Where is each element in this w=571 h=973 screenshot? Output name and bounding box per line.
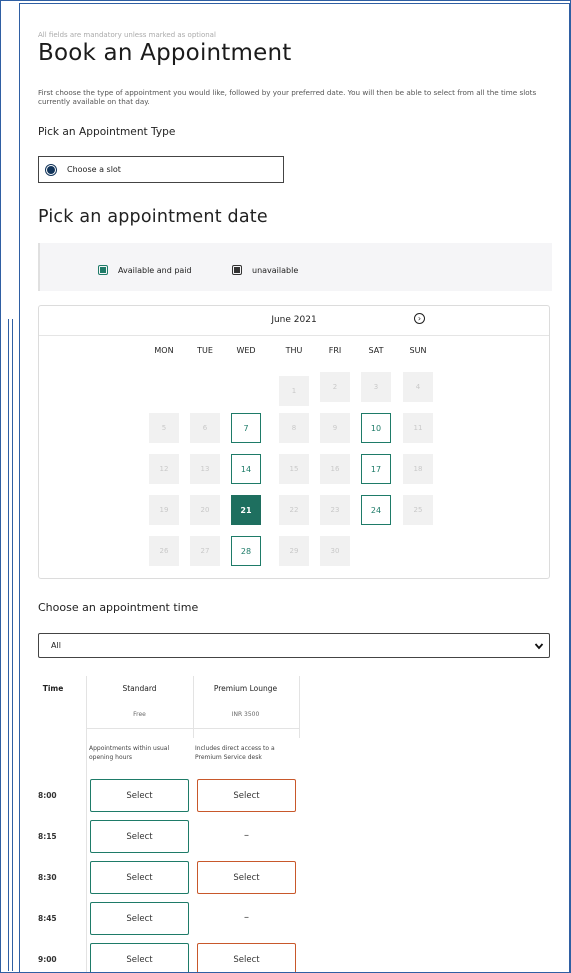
weekday-header: WED	[236, 346, 256, 355]
standard-select-button[interactable]: Select	[90, 779, 189, 812]
calendar-day: 11	[403, 413, 433, 443]
column-divider	[86, 676, 87, 972]
time-section-title: Choose an appointment time	[38, 601, 199, 614]
appointment-type-label: Pick an Appointment Type	[38, 126, 176, 138]
weekday-header: MON	[154, 346, 174, 355]
premium-unavailable-mark: –	[244, 912, 249, 923]
calendar-day: 12	[149, 454, 179, 484]
unavailable-square-icon	[232, 265, 242, 275]
calendar-day: 13	[190, 454, 220, 484]
available-square-icon	[98, 265, 108, 275]
calendar-day[interactable]: 28	[231, 536, 261, 566]
standard-select-button[interactable]: Select	[90, 820, 189, 853]
chevron-down-icon	[534, 643, 544, 650]
calendar-day: 29	[279, 536, 309, 566]
calendar-day[interactable]: 17	[361, 454, 391, 484]
calendar-day: 27	[190, 536, 220, 566]
booking-panel: All fields are mandatory unless marked a…	[19, 3, 570, 972]
slot-time-label: 9:00	[38, 955, 57, 964]
weekday-header: FRI	[328, 346, 342, 355]
calendar-day[interactable]: 7	[231, 413, 261, 443]
standard-select-button[interactable]: Select	[90, 902, 189, 935]
header-divider	[86, 728, 300, 729]
slot-time-label: 8:00	[38, 791, 57, 800]
calendar-day: 9	[320, 413, 350, 443]
slot-time-label: 8:45	[38, 914, 57, 923]
calendar-day: 3	[361, 372, 391, 402]
standard-description: Appointments within usual opening hours	[89, 745, 170, 761]
calendar-day: 15	[279, 454, 309, 484]
calendar-legend: Available and paid unavailable	[38, 243, 552, 291]
calendar-day: 2	[320, 372, 350, 402]
calendar-month: June 2021	[271, 315, 317, 325]
calendar-day: 16	[320, 454, 350, 484]
calendar-day: 8	[279, 413, 309, 443]
calendar-day: 23	[320, 495, 350, 525]
time-column-header: Time	[42, 684, 64, 693]
calendar-day: 1	[279, 376, 309, 406]
legend-unavailable: unavailable	[232, 265, 298, 275]
calendar-day[interactable]: 24	[361, 495, 391, 525]
calendar-day-selected[interactable]: 21	[231, 495, 261, 525]
legend-available: Available and paid	[98, 265, 192, 275]
legend-available-label: Available and paid	[118, 265, 192, 275]
premium-select-button[interactable]: Select	[197, 943, 296, 972]
column-divider	[299, 676, 300, 738]
side-frame-border	[8, 319, 13, 971]
calendar-day: 22	[279, 495, 309, 525]
legend-unavailable-label: unavailable	[252, 265, 299, 275]
calendar-day: 4	[403, 372, 433, 402]
premium-column-header: Premium Lounge	[213, 684, 278, 693]
calendar-day: 5	[149, 413, 179, 443]
calendar-day: 19	[149, 495, 179, 525]
premium-select-button[interactable]: Select	[197, 861, 296, 894]
calendar-day: 6	[190, 413, 220, 443]
calendar-day: 18	[403, 454, 433, 484]
premium-price: INR 3500	[231, 711, 260, 718]
standard-price: Free	[133, 711, 146, 718]
page-title: Book an Appointment	[38, 40, 292, 66]
premium-unavailable-mark: –	[244, 830, 249, 841]
calendar-day[interactable]: 14	[231, 454, 261, 484]
date-section-title: Pick an appointment date	[38, 207, 268, 227]
calendar: June 2021 › MON TUE WED THU FRI SAT SUN 1 2 3 4 5 6 7…	[38, 305, 550, 579]
radio-selected-icon[interactable]	[45, 163, 57, 176]
mandatory-hint: All fields are mandatory unless marked a…	[38, 31, 216, 39]
calendar-day: 26	[149, 536, 179, 566]
slot-time-label: 8:30	[38, 873, 57, 882]
standard-column-header: Standard	[122, 684, 157, 693]
premium-description: Includes direct access to a Premium Serv…	[195, 745, 275, 761]
weekday-header: THU	[285, 346, 303, 355]
premium-select-button[interactable]: Select	[197, 779, 296, 812]
weekday-header: TUE	[197, 346, 213, 355]
calendar-day: 25	[403, 495, 433, 525]
intro-text: First choose the type of appointment you…	[38, 88, 537, 107]
weekday-header: SAT	[368, 346, 384, 355]
standard-select-button[interactable]: Select	[90, 943, 189, 972]
standard-select-button[interactable]: Select	[90, 861, 189, 894]
time-filter-value: All	[51, 641, 61, 650]
next-month-icon[interactable]: ›	[414, 313, 425, 324]
calendar-day[interactable]: 10	[361, 413, 391, 443]
calendar-header: June 2021 ›	[39, 306, 549, 336]
appointment-type-option-label: Choose a slot	[67, 165, 121, 174]
weekday-header: SUN	[409, 346, 427, 355]
appointment-type-option[interactable]: Choose a slot	[38, 156, 284, 183]
calendar-day: 30	[320, 536, 350, 566]
slot-time-label: 8:15	[38, 832, 57, 841]
time-filter-select[interactable]: All	[38, 633, 550, 658]
calendar-day: 20	[190, 495, 220, 525]
